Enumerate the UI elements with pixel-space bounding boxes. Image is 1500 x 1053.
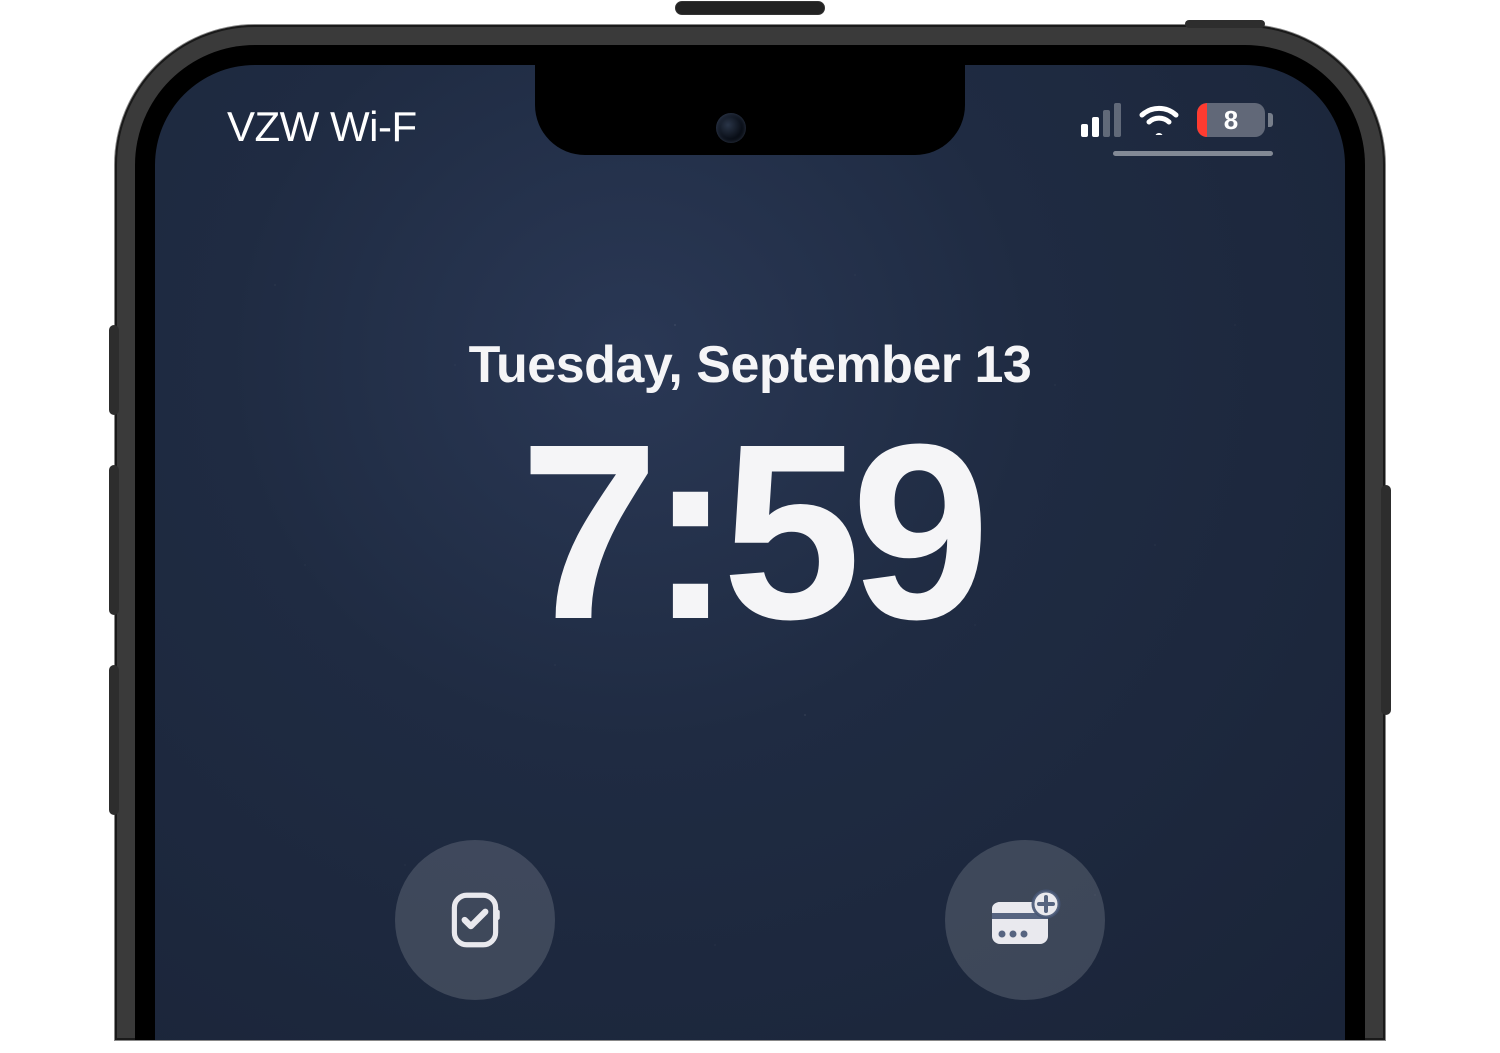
antenna-band: [1185, 20, 1265, 28]
wallet-add-icon: [986, 888, 1064, 952]
lock-screen-content: Tuesday, September 13 7:59: [155, 335, 1345, 657]
lock-screen-widgets-row: [155, 840, 1345, 1000]
front-camera: [716, 113, 746, 143]
lock-screen-date: Tuesday, September 13: [155, 335, 1345, 395]
volume-down-button[interactable]: [109, 665, 119, 815]
wifi-icon: [1139, 105, 1179, 135]
reminders-watch-icon: [442, 887, 508, 953]
lock-screen[interactable]: VZW Wi-F: [155, 65, 1345, 1040]
notch: [535, 65, 965, 155]
control-center-hint[interactable]: [1113, 151, 1273, 156]
volume-up-button[interactable]: [109, 465, 119, 615]
power-button[interactable]: [1381, 485, 1391, 715]
widget-slot-left[interactable]: [395, 840, 555, 1000]
status-right[interactable]: 8: [1081, 103, 1273, 156]
carrier-label: VZW Wi-F: [227, 103, 417, 151]
battery-percent-label: 8: [1197, 105, 1265, 136]
battery-indicator: 8: [1197, 103, 1273, 137]
earpiece-speaker: [675, 1, 825, 15]
phone-bezel: VZW Wi-F: [135, 45, 1365, 1040]
mute-switch[interactable]: [109, 325, 119, 415]
cellular-signal-icon: [1081, 103, 1121, 137]
lock-screen-time: 7:59: [155, 407, 1345, 657]
phone-frame: VZW Wi-F: [115, 25, 1385, 1040]
widget-slot-right[interactable]: [945, 840, 1105, 1000]
status-icons: 8: [1081, 103, 1273, 137]
